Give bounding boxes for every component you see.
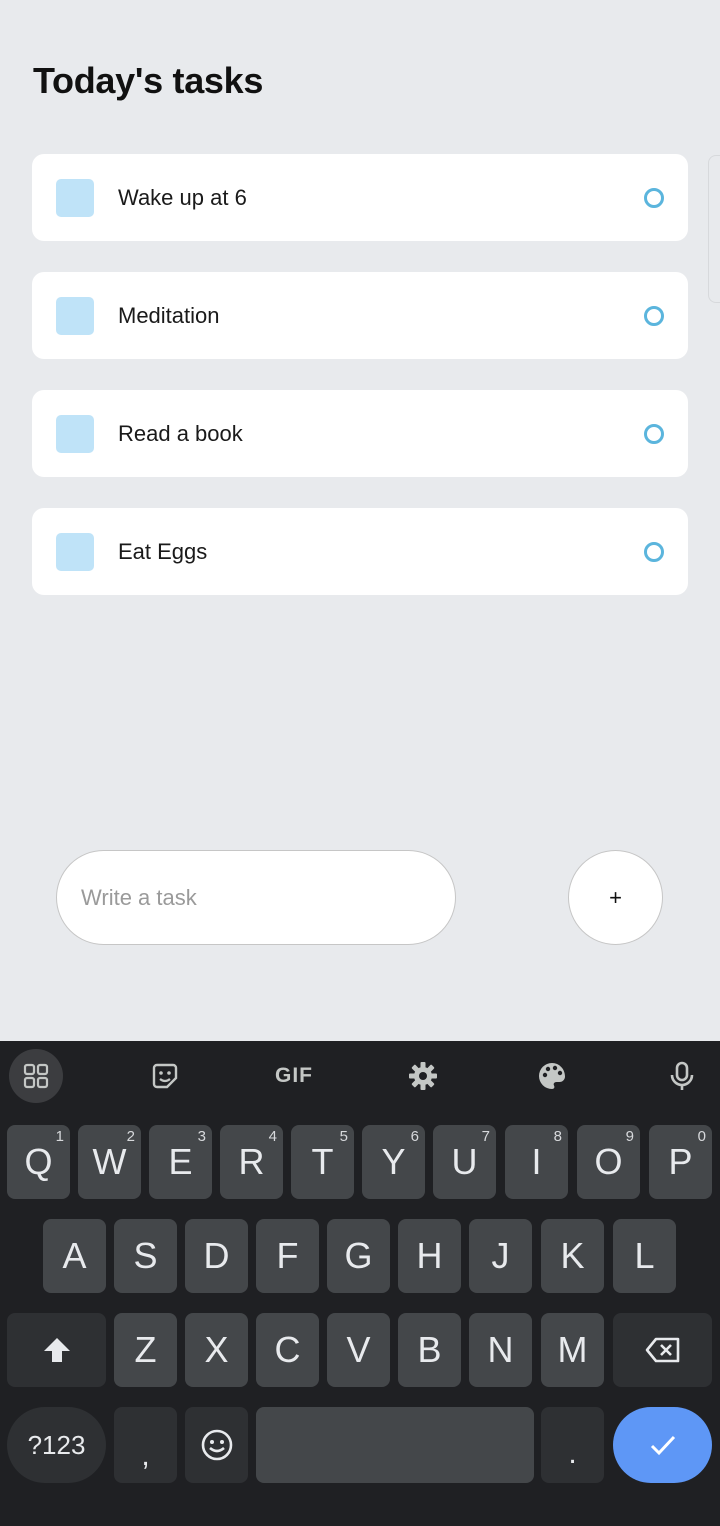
settings-gear-icon[interactable] (396, 1049, 450, 1103)
key-hint: 5 (339, 1128, 348, 1145)
task-label: Read a book (118, 420, 243, 446)
key-label: R (238, 1141, 265, 1182)
gif-icon[interactable]: GIF (267, 1049, 321, 1103)
task-list: Wake up at 6 Meditation Read a book Eat … (32, 154, 688, 626)
key-m[interactable]: M (541, 1313, 604, 1387)
key-hint: 8 (553, 1128, 562, 1145)
key-u[interactable]: U7 (433, 1125, 496, 1199)
comma-key[interactable]: , (114, 1407, 177, 1483)
key-r[interactable]: R4 (220, 1125, 283, 1199)
key-p[interactable]: P0 (649, 1125, 712, 1199)
keyboard-toolbar: GIF (0, 1041, 720, 1111)
key-x[interactable]: X (185, 1313, 248, 1387)
key-k[interactable]: K (541, 1219, 604, 1293)
spacebar[interactable] (256, 1407, 534, 1483)
task-item[interactable]: Read a book (32, 390, 688, 477)
key-label: T (311, 1141, 334, 1182)
task-circle-icon[interactable] (644, 541, 664, 562)
key-e[interactable]: E3 (149, 1125, 212, 1199)
apps-grid-icon[interactable] (9, 1049, 63, 1103)
key-hint: 2 (126, 1128, 135, 1145)
key-hint: 6 (410, 1128, 419, 1145)
key-hint: 4 (268, 1128, 277, 1145)
key-label: E (168, 1141, 193, 1182)
key-t[interactable]: T5 (291, 1125, 354, 1199)
keyboard: G I F Q 1 W 2 E 3 R 4 T 5 Y 6 U 7 I 8 O 9 … (0, 1041, 720, 1526)
shift-arrow-icon (43, 1338, 70, 1362)
key-h[interactable]: H (398, 1219, 461, 1293)
task-circle-icon[interactable] (644, 423, 664, 444)
task-square-icon (56, 414, 94, 453)
palette-icon[interactable] (525, 1049, 579, 1103)
task-label: Meditation (118, 302, 220, 328)
key-d[interactable]: D (185, 1219, 248, 1293)
key-j[interactable]: J (469, 1219, 532, 1293)
sticker-icon[interactable] (138, 1049, 192, 1103)
key-z[interactable]: Z (114, 1313, 177, 1387)
task-circle-icon[interactable] (644, 305, 664, 326)
task-item[interactable]: Meditation (32, 272, 688, 359)
task-circle-icon[interactable] (644, 187, 664, 208)
key-label: O (594, 1141, 623, 1182)
key-w[interactable]: W2 (78, 1125, 141, 1199)
key-label: U (451, 1141, 478, 1182)
gif-label: GIF (275, 1064, 313, 1087)
key-f[interactable]: F (256, 1219, 319, 1293)
task-square-icon (56, 532, 94, 571)
key-b[interactable]: B (398, 1313, 461, 1387)
key-hint: 3 (197, 1128, 206, 1145)
emoji-icon (201, 1429, 232, 1461)
task-item[interactable]: Eat Eggs (32, 508, 688, 595)
shift-key[interactable] (7, 1313, 106, 1387)
symbols-key[interactable]: ?123 (7, 1407, 106, 1483)
key-a[interactable]: A (43, 1219, 106, 1293)
key-g[interactable]: G (327, 1219, 390, 1293)
enter-key[interactable] (613, 1407, 712, 1483)
page-title: Today's tasks (33, 60, 264, 101)
key-s[interactable]: S (114, 1219, 177, 1293)
key-v[interactable]: V (327, 1313, 390, 1387)
key-q[interactable]: Q1 (7, 1125, 70, 1199)
backspace-icon (645, 1337, 679, 1363)
key-y[interactable]: Y6 (362, 1125, 425, 1199)
key-i[interactable]: I8 (505, 1125, 568, 1199)
backspace-key[interactable] (613, 1313, 712, 1387)
key-label: Q (24, 1141, 53, 1182)
key-label: P (668, 1141, 693, 1182)
scroll-edge (708, 155, 720, 303)
key-hint: 0 (697, 1128, 706, 1145)
key-o[interactable]: O9 (577, 1125, 640, 1199)
task-label: Wake up at 6 (118, 184, 247, 210)
period-key[interactable]: . (541, 1407, 604, 1483)
task-label: Eat Eggs (118, 538, 208, 564)
key-c[interactable]: C (256, 1313, 319, 1387)
task-item[interactable]: Wake up at 6 (32, 154, 688, 241)
add-task-button[interactable]: + (568, 850, 663, 945)
task-square-icon (56, 178, 94, 217)
emoji-key[interactable] (185, 1407, 248, 1483)
task-input[interactable] (56, 850, 456, 945)
key-hint: 1 (55, 1128, 64, 1145)
key-label: Y (381, 1141, 406, 1182)
key-label: W (92, 1141, 127, 1182)
key-label: I (531, 1141, 542, 1182)
key-n[interactable]: N (469, 1313, 532, 1387)
checkmark-icon (650, 1435, 675, 1456)
task-square-icon (56, 296, 94, 335)
key-hint: 9 (625, 1128, 634, 1145)
key-hint: 7 (481, 1128, 490, 1145)
key-l[interactable]: L (613, 1219, 676, 1293)
microphone-icon[interactable] (655, 1049, 709, 1103)
